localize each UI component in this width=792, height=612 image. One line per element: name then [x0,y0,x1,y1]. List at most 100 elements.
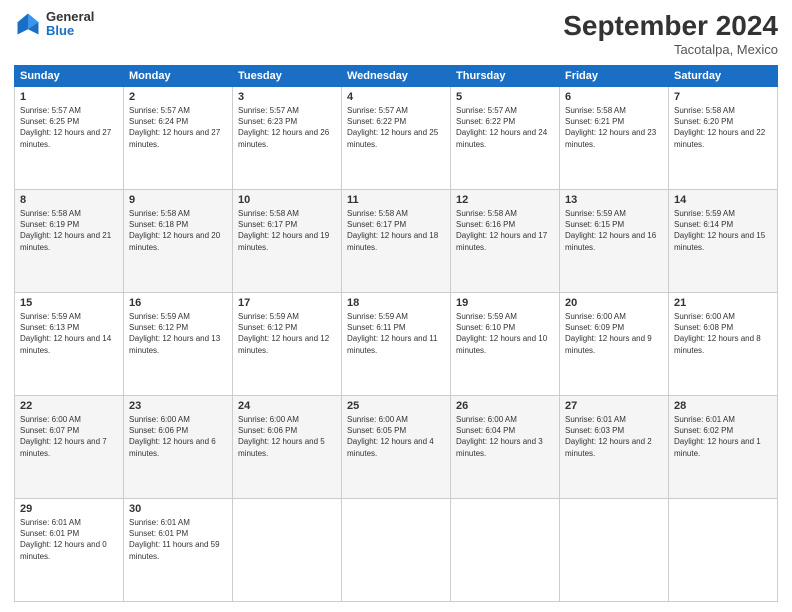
day-info: Sunrise: 5:59 AM Sunset: 6:15 PM Dayligh… [565,208,663,253]
day-number: 5 [456,91,554,103]
calendar-cell: 6 Sunrise: 5:58 AM Sunset: 6:21 PM Dayli… [560,87,669,190]
day-number: 15 [20,297,118,309]
day-number: 20 [565,297,663,309]
calendar-cell: 13 Sunrise: 5:59 AM Sunset: 6:15 PM Dayl… [560,190,669,293]
calendar-cell: 1 Sunrise: 5:57 AM Sunset: 6:25 PM Dayli… [15,87,124,190]
day-info: Sunrise: 5:57 AM Sunset: 6:22 PM Dayligh… [347,105,445,150]
title-block: September 2024 Tacotalpa, Mexico [563,10,778,57]
day-number: 26 [456,400,554,412]
calendar-cell: 12 Sunrise: 5:58 AM Sunset: 6:16 PM Dayl… [451,190,560,293]
page: General Blue September 2024 Tacotalpa, M… [0,0,792,612]
day-number: 27 [565,400,663,412]
day-number: 9 [129,194,227,206]
day-number: 10 [238,194,336,206]
calendar-cell: 24 Sunrise: 6:00 AM Sunset: 6:06 PM Dayl… [233,396,342,499]
calendar-cell: 17 Sunrise: 5:59 AM Sunset: 6:12 PM Dayl… [233,293,342,396]
calendar-cell: 14 Sunrise: 5:59 AM Sunset: 6:14 PM Dayl… [669,190,778,293]
day-number: 1 [20,91,118,103]
calendar-cell [233,499,342,602]
calendar-cell: 9 Sunrise: 5:58 AM Sunset: 6:18 PM Dayli… [124,190,233,293]
day-number: 16 [129,297,227,309]
calendar-cell [669,499,778,602]
day-info: Sunrise: 6:00 AM Sunset: 6:05 PM Dayligh… [347,414,445,459]
calendar-week-row: 15 Sunrise: 5:59 AM Sunset: 6:13 PM Dayl… [15,293,778,396]
day-info: Sunrise: 6:00 AM Sunset: 6:04 PM Dayligh… [456,414,554,459]
logo-text: General Blue [46,10,94,39]
calendar-day-header: Wednesday [342,66,451,87]
day-number: 7 [674,91,772,103]
calendar-cell: 15 Sunrise: 5:59 AM Sunset: 6:13 PM Dayl… [15,293,124,396]
calendar-cell [560,499,669,602]
calendar-day-header: Friday [560,66,669,87]
day-number: 12 [456,194,554,206]
calendar-cell: 25 Sunrise: 6:00 AM Sunset: 6:05 PM Dayl… [342,396,451,499]
day-number: 28 [674,400,772,412]
day-number: 21 [674,297,772,309]
day-info: Sunrise: 5:59 AM Sunset: 6:12 PM Dayligh… [238,311,336,356]
day-info: Sunrise: 6:00 AM Sunset: 6:07 PM Dayligh… [20,414,118,459]
day-number: 30 [129,503,227,515]
month-title: September 2024 [563,10,778,42]
calendar-day-header: Saturday [669,66,778,87]
calendar-cell: 16 Sunrise: 5:59 AM Sunset: 6:12 PM Dayl… [124,293,233,396]
day-info: Sunrise: 6:01 AM Sunset: 6:01 PM Dayligh… [20,517,118,562]
calendar-cell: 8 Sunrise: 5:58 AM Sunset: 6:19 PM Dayli… [15,190,124,293]
logo-blue-text: Blue [46,24,94,38]
calendar-cell: 22 Sunrise: 6:00 AM Sunset: 6:07 PM Dayl… [15,396,124,499]
day-number: 29 [20,503,118,515]
header: General Blue September 2024 Tacotalpa, M… [14,10,778,57]
day-info: Sunrise: 5:57 AM Sunset: 6:25 PM Dayligh… [20,105,118,150]
calendar-cell: 3 Sunrise: 5:57 AM Sunset: 6:23 PM Dayli… [233,87,342,190]
calendar-cell: 7 Sunrise: 5:58 AM Sunset: 6:20 PM Dayli… [669,87,778,190]
calendar-cell: 23 Sunrise: 6:00 AM Sunset: 6:06 PM Dayl… [124,396,233,499]
calendar-week-row: 29 Sunrise: 6:01 AM Sunset: 6:01 PM Dayl… [15,499,778,602]
calendar-cell: 5 Sunrise: 5:57 AM Sunset: 6:22 PM Dayli… [451,87,560,190]
day-info: Sunrise: 5:58 AM Sunset: 6:19 PM Dayligh… [20,208,118,253]
calendar-cell: 30 Sunrise: 6:01 AM Sunset: 6:01 PM Dayl… [124,499,233,602]
calendar-cell: 18 Sunrise: 5:59 AM Sunset: 6:11 PM Dayl… [342,293,451,396]
day-info: Sunrise: 5:59 AM Sunset: 6:14 PM Dayligh… [674,208,772,253]
logo-general-text: General [46,10,94,24]
day-info: Sunrise: 5:59 AM Sunset: 6:12 PM Dayligh… [129,311,227,356]
calendar-cell: 11 Sunrise: 5:58 AM Sunset: 6:17 PM Dayl… [342,190,451,293]
day-number: 17 [238,297,336,309]
day-number: 23 [129,400,227,412]
day-number: 3 [238,91,336,103]
calendar-cell: 29 Sunrise: 6:01 AM Sunset: 6:01 PM Dayl… [15,499,124,602]
day-number: 19 [456,297,554,309]
calendar-cell: 2 Sunrise: 5:57 AM Sunset: 6:24 PM Dayli… [124,87,233,190]
day-number: 8 [20,194,118,206]
day-info: Sunrise: 5:57 AM Sunset: 6:23 PM Dayligh… [238,105,336,150]
day-info: Sunrise: 6:00 AM Sunset: 6:08 PM Dayligh… [674,311,772,356]
calendar-day-header: Thursday [451,66,560,87]
day-info: Sunrise: 5:57 AM Sunset: 6:24 PM Dayligh… [129,105,227,150]
logo: General Blue [14,10,94,39]
day-info: Sunrise: 5:58 AM Sunset: 6:17 PM Dayligh… [238,208,336,253]
logo-icon [14,10,42,38]
calendar-cell: 27 Sunrise: 6:01 AM Sunset: 6:03 PM Dayl… [560,396,669,499]
day-info: Sunrise: 6:01 AM Sunset: 6:02 PM Dayligh… [674,414,772,459]
calendar-cell: 20 Sunrise: 6:00 AM Sunset: 6:09 PM Dayl… [560,293,669,396]
calendar-table: SundayMondayTuesdayWednesdayThursdayFrid… [14,65,778,602]
day-info: Sunrise: 6:00 AM Sunset: 6:06 PM Dayligh… [238,414,336,459]
day-info: Sunrise: 6:01 AM Sunset: 6:01 PM Dayligh… [129,517,227,562]
day-info: Sunrise: 5:58 AM Sunset: 6:20 PM Dayligh… [674,105,772,150]
calendar-cell: 19 Sunrise: 5:59 AM Sunset: 6:10 PM Dayl… [451,293,560,396]
day-info: Sunrise: 5:58 AM Sunset: 6:16 PM Dayligh… [456,208,554,253]
day-info: Sunrise: 5:58 AM Sunset: 6:21 PM Dayligh… [565,105,663,150]
day-number: 2 [129,91,227,103]
day-info: Sunrise: 6:00 AM Sunset: 6:06 PM Dayligh… [129,414,227,459]
location: Tacotalpa, Mexico [563,42,778,57]
calendar-day-header: Monday [124,66,233,87]
day-number: 4 [347,91,445,103]
calendar-cell: 26 Sunrise: 6:00 AM Sunset: 6:04 PM Dayl… [451,396,560,499]
calendar-cell [451,499,560,602]
day-number: 14 [674,194,772,206]
day-info: Sunrise: 6:01 AM Sunset: 6:03 PM Dayligh… [565,414,663,459]
day-info: Sunrise: 5:59 AM Sunset: 6:11 PM Dayligh… [347,311,445,356]
calendar-week-row: 1 Sunrise: 5:57 AM Sunset: 6:25 PM Dayli… [15,87,778,190]
calendar-day-header: Tuesday [233,66,342,87]
day-info: Sunrise: 5:58 AM Sunset: 6:18 PM Dayligh… [129,208,227,253]
calendar-cell [342,499,451,602]
day-info: Sunrise: 5:59 AM Sunset: 6:10 PM Dayligh… [456,311,554,356]
